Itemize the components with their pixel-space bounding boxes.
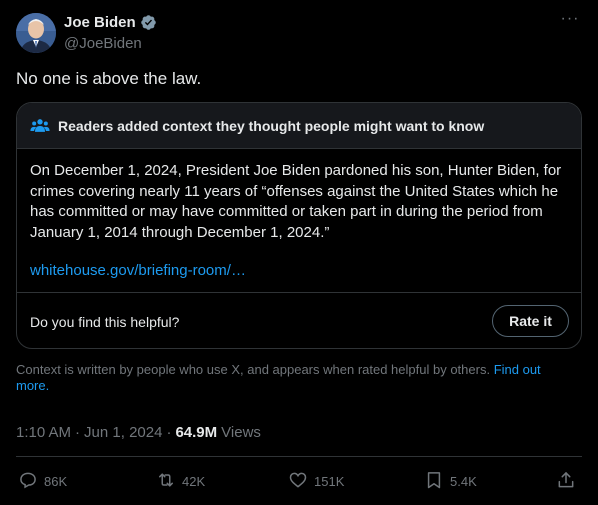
reply-icon: [18, 470, 38, 493]
repost-icon: [156, 470, 176, 493]
divider: [16, 456, 582, 457]
bookmark-count: 5.4K: [450, 474, 477, 489]
avatar[interactable]: [16, 13, 56, 53]
views-label: Views: [221, 424, 261, 441]
tweet-meta: 1:10 AM · Jun 1, 2024 · 64.9M Views: [16, 424, 261, 441]
bookmark-button[interactable]: 5.4K: [424, 470, 477, 493]
people-icon: [30, 116, 50, 136]
reply-button[interactable]: 86K: [18, 470, 67, 493]
context-disclaimer: Context is written by people who use X, …: [16, 362, 576, 394]
verified-badge-icon: [140, 14, 157, 31]
rate-it-button[interactable]: Rate it: [492, 305, 569, 337]
community-note-body: On December 1, 2024, President Joe Biden…: [30, 162, 562, 241]
repost-button[interactable]: 42K: [156, 470, 205, 493]
more-icon[interactable]: ···: [558, 11, 582, 32]
heart-icon: [288, 470, 308, 493]
tweet-header: Joe Biden @JoeBiden ···: [16, 11, 582, 56]
author-handle[interactable]: @JoeBiden: [64, 35, 157, 52]
share-icon: [556, 470, 576, 493]
meta-separator-2: ·: [166, 424, 172, 441]
repost-count: 42K: [182, 474, 206, 489]
meta-separator: ·: [75, 424, 81, 441]
views-count: 64.9M: [175, 424, 218, 441]
divider: [17, 292, 581, 293]
community-note-header: Readers added context they thought peopl…: [17, 103, 581, 149]
author-name[interactable]: Joe Biden: [64, 14, 136, 31]
share-button[interactable]: [556, 470, 576, 493]
reply-count: 86K: [44, 474, 68, 489]
disclaimer-text: Context is written by people who use X, …: [16, 362, 491, 377]
author-block: Joe Biden @JoeBiden: [64, 14, 157, 52]
like-count: 151K: [314, 474, 345, 489]
tweet-text: No one is above the law.: [16, 69, 202, 88]
community-note: Readers added context they thought peopl…: [16, 102, 582, 349]
tweet-time[interactable]: 1:10 AM: [16, 424, 71, 441]
tweet-date[interactable]: Jun 1, 2024: [84, 424, 162, 441]
tweet-actions: 86K 42K 151K 5.4K: [16, 470, 582, 494]
like-button[interactable]: 151K: [288, 470, 344, 493]
community-note-title: Readers added context they thought peopl…: [58, 117, 485, 134]
bookmark-icon: [424, 470, 444, 493]
community-note-link[interactable]: whitehouse.gov/briefing-room/…: [30, 262, 246, 279]
helpful-question: Do you find this helpful?: [30, 314, 180, 330]
